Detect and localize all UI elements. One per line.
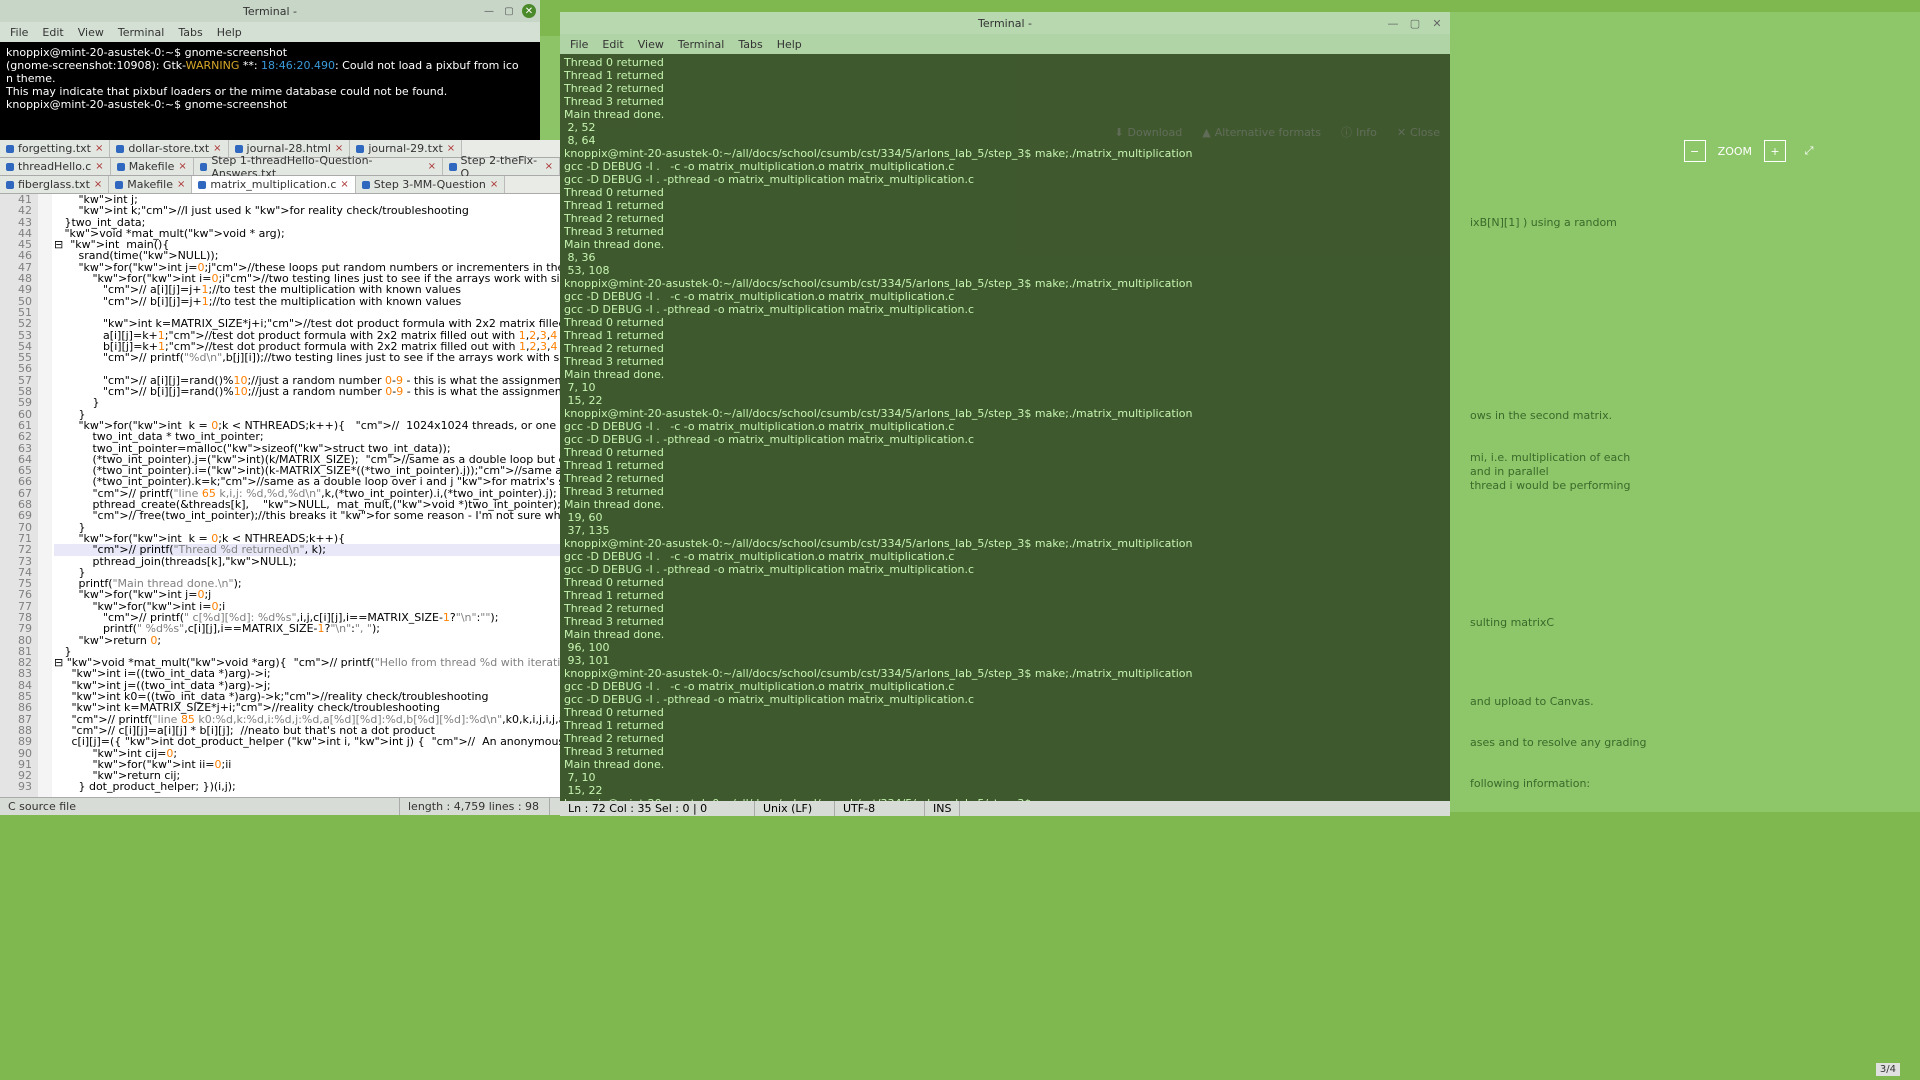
maximize-icon[interactable]: ▢ — [502, 4, 516, 18]
tab-step-2-thefix-q[interactable]: Step 2-theFix-Q× — [443, 158, 560, 175]
tab-matrix-multiplication-c[interactable]: matrix_multiplication.c× — [192, 176, 355, 193]
close-tab-icon[interactable]: × — [335, 143, 343, 154]
file-icon — [235, 145, 243, 153]
window-title: Terminal - — [978, 17, 1032, 30]
file-icon — [117, 163, 125, 171]
menu-terminal[interactable]: Terminal — [678, 38, 725, 51]
ghost-text: following information: — [1470, 777, 1590, 790]
ghost-text: thread i would be performing — [1470, 479, 1631, 492]
menu-edit[interactable]: Edit — [602, 38, 623, 51]
status-filetype: C source file — [0, 798, 400, 815]
file-icon — [6, 181, 14, 189]
file-icon — [116, 145, 124, 153]
editor-window: forgetting.txt×dollar-store.txt×journal-… — [0, 140, 560, 815]
page-indicator: 3/4 — [1876, 1063, 1900, 1076]
tab-threadhello-c[interactable]: threadHello.c× — [0, 158, 111, 175]
close-icon[interactable]: ✕ — [522, 4, 536, 18]
file-icon — [356, 145, 364, 153]
status-encoding: UTF-8 — [835, 801, 925, 816]
status-position: Ln : 72 Col : 35 Sel : 0 | 0 — [560, 801, 755, 816]
tab-forgetting-txt[interactable]: forgetting.txt× — [0, 140, 110, 157]
status-mode: INS — [925, 801, 960, 816]
close-tab-icon[interactable]: × — [213, 143, 221, 154]
close-tab-icon[interactable]: × — [490, 179, 498, 190]
menu-view[interactable]: View — [638, 38, 664, 51]
titlebar[interactable]: Terminal - — ▢ ✕ — [0, 0, 540, 22]
close-tab-icon[interactable]: × — [545, 161, 553, 172]
tab-row-3: fiberglass.txt×Makefile×matrix_multiplic… — [0, 176, 560, 194]
menu-terminal[interactable]: Terminal — [118, 26, 165, 39]
ghost-text: ixB[N][1] ) using a random — [1470, 216, 1617, 229]
file-icon — [362, 181, 370, 189]
ghost-text: ows in the second matrix. — [1470, 409, 1612, 422]
tab-makefile[interactable]: Makefile× — [111, 158, 194, 175]
editor-statusbar: C source file length : 4,759 lines : 98 — [0, 797, 560, 815]
window-title: Terminal - — [243, 5, 297, 18]
zoom-label: ZOOM — [1718, 145, 1752, 158]
source-text[interactable]: "kw">int j; "kw">int k;"cm">//I just use… — [52, 194, 560, 797]
close-tab-icon[interactable]: × — [428, 161, 436, 172]
menu-file[interactable]: File — [10, 26, 28, 39]
zoom-controls: − ZOOM + ⤢ — [1684, 140, 1820, 162]
menubar: File Edit View Terminal Tabs Help — [560, 34, 1450, 54]
terminal-window-left: Terminal - — ▢ ✕ File Edit View Terminal Tab… — [0, 0, 540, 140]
menubar: File Edit View Terminal Tabs Help — [0, 22, 540, 42]
ghost-text: ases and to resolve any grading — [1470, 736, 1647, 749]
menu-edit[interactable]: Edit — [42, 26, 63, 39]
close-tab-icon[interactable]: × — [447, 143, 455, 154]
tab-makefile[interactable]: Makefile× — [109, 176, 192, 193]
code-area[interactable]: 4142434445464748495051525354555657585960… — [0, 194, 560, 797]
minimize-icon[interactable]: — — [482, 4, 496, 18]
menu-help[interactable]: Help — [217, 26, 242, 39]
status-length: length : 4,759 lines : 98 — [400, 798, 550, 815]
close-tab-icon[interactable]: × — [177, 179, 185, 190]
tab-step-3-mm-question[interactable]: Step 3-MM-Question× — [356, 176, 505, 193]
menu-help[interactable]: Help — [777, 38, 802, 51]
editor-statusbar-extended: Ln : 72 Col : 35 Sel : 0 | 0 Unix (LF) U… — [560, 801, 1450, 816]
maximize-icon[interactable]: ▢ — [1408, 16, 1422, 30]
file-icon — [6, 163, 14, 171]
menu-tabs[interactable]: Tabs — [178, 26, 202, 39]
close-tab-icon[interactable]: × — [340, 179, 348, 190]
terminal-content[interactable]: Thread 0 returned Thread 1 returned Thre… — [560, 54, 1450, 809]
tab-row-2: threadHello.c×Makefile×Step 1-threadHell… — [0, 158, 560, 176]
terminal-content[interactable]: knoppix@mint-20-asustek-0:~$ gnome-scree… — [0, 42, 540, 140]
terminal-window-right: Terminal - — ▢ ✕ File Edit View Terminal Tab… — [560, 12, 1450, 805]
menu-view[interactable]: View — [78, 26, 104, 39]
file-icon — [200, 163, 208, 171]
ghost-text: and in parallel — [1470, 465, 1549, 478]
expand-icon[interactable]: ⤢ — [1798, 140, 1820, 162]
line-gutter: 4142434445464748495051525354555657585960… — [0, 194, 38, 797]
close-icon[interactable]: ✕ — [1430, 16, 1444, 30]
file-icon — [449, 163, 456, 171]
close-tab-icon[interactable]: × — [95, 143, 103, 154]
ghost-text: sulting matrixC — [1470, 616, 1554, 629]
file-icon — [115, 181, 123, 189]
zoom-out-button[interactable]: − — [1684, 140, 1706, 162]
tab-step-1-threadhello-question-answers-txt[interactable]: Step 1-threadHello-Question-Answers.txt× — [194, 158, 443, 175]
ghost-text: mi, i.e. multiplication of each — [1470, 451, 1630, 464]
fold-column[interactable] — [38, 194, 52, 797]
close-tab-icon[interactable]: × — [95, 161, 103, 172]
file-icon — [198, 181, 206, 189]
ghost-text: and upload to Canvas. — [1470, 695, 1594, 708]
status-eol: Unix (LF) — [755, 801, 835, 816]
zoom-in-button[interactable]: + — [1764, 140, 1786, 162]
close-tab-icon[interactable]: × — [94, 179, 102, 190]
document-ghost: − ZOOM + ⤢ ixB[N][1] ) using a random ows… — [1450, 12, 1920, 812]
menu-tabs[interactable]: Tabs — [738, 38, 762, 51]
menu-file[interactable]: File — [570, 38, 588, 51]
minimize-icon[interactable]: — — [1386, 16, 1400, 30]
file-icon — [6, 145, 14, 153]
tab-fiberglass-txt[interactable]: fiberglass.txt× — [0, 176, 109, 193]
close-tab-icon[interactable]: × — [178, 161, 186, 172]
titlebar[interactable]: Terminal - — ▢ ✕ — [560, 12, 1450, 34]
